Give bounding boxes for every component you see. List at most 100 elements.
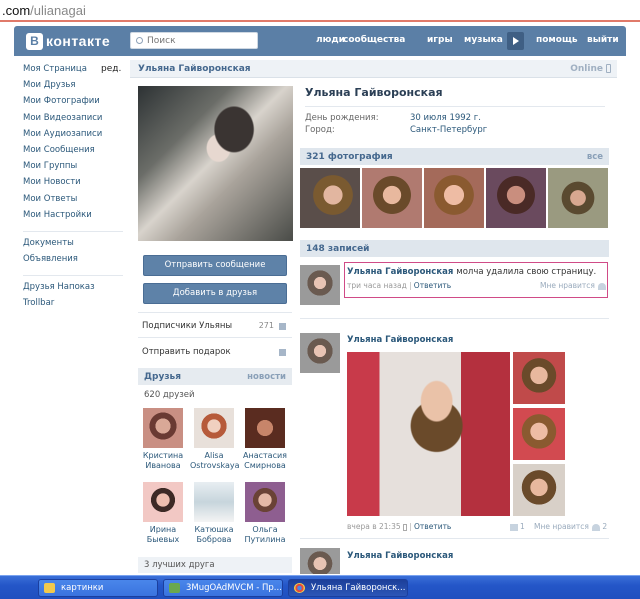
best-friends-header[interactable]: 3 лучших друга bbox=[138, 557, 292, 573]
image-icon bbox=[169, 583, 180, 593]
profile-header-name: Ульяна Гайворонская bbox=[138, 64, 251, 74]
wall-title: 148 записей bbox=[306, 244, 370, 254]
photo-thumb[interactable] bbox=[424, 168, 484, 228]
logo-mark: B bbox=[26, 32, 43, 50]
send-message-button[interactable]: Отправить сообщение bbox=[143, 255, 287, 276]
nav-logout[interactable]: выйти bbox=[587, 35, 619, 45]
friend-card[interactable]: Alisa Ostrovskaya bbox=[190, 408, 240, 471]
photo-thumb[interactable] bbox=[300, 168, 360, 228]
photos-header[interactable]: 321 фотография все bbox=[300, 148, 609, 165]
post-photo[interactable] bbox=[513, 464, 565, 516]
left-menu: Моя Страница Мои Друзья Мои Фотографии М… bbox=[23, 64, 123, 315]
menu-settings[interactable]: Мои Настройки bbox=[23, 210, 123, 226]
menu-trollbar[interactable]: Trollbar bbox=[23, 298, 123, 314]
taskbar-item-browser[interactable]: Ульяна Гайворонск... bbox=[288, 579, 408, 597]
mobile-icon bbox=[606, 64, 611, 73]
profile-avatar[interactable] bbox=[138, 86, 293, 241]
post-meta: три часа назад Ответить bbox=[347, 281, 451, 290]
post-author[interactable]: Ульяна Гайворонская bbox=[347, 335, 453, 345]
post-photo[interactable] bbox=[513, 352, 565, 404]
photos-title: 321 фотография bbox=[306, 152, 393, 162]
menu-divider bbox=[23, 226, 123, 232]
nav-communities[interactable]: сообщества bbox=[343, 35, 405, 45]
menu-documents[interactable]: Документы bbox=[23, 238, 123, 254]
profile-header: Ульяна Гайворонская Online bbox=[130, 60, 617, 78]
post-author-avatar[interactable] bbox=[300, 333, 340, 373]
gift-icon bbox=[279, 349, 286, 356]
post-author-avatar[interactable] bbox=[300, 548, 340, 574]
friend-card[interactable]: Анастасия Смирнова bbox=[241, 408, 289, 471]
taskbar-item-image[interactable]: 3MugOAdMVCM - Пр... bbox=[163, 579, 283, 597]
menu-news[interactable]: Мои Новости bbox=[23, 177, 123, 193]
friend-card[interactable]: Кристина Иванова bbox=[139, 408, 187, 471]
friends-header[interactable]: Друзья новости bbox=[138, 368, 292, 385]
post-reply-link[interactable]: Ответить bbox=[414, 281, 451, 290]
friend-card[interactable]: Катюшка Боброва bbox=[190, 482, 238, 545]
menu-audio[interactable]: Мои Аудиозаписи bbox=[23, 129, 123, 145]
friend-card[interactable]: Ирина Быевых bbox=[139, 482, 187, 545]
vk-logo[interactable]: B контакте bbox=[26, 32, 110, 50]
subscribers-link[interactable]: Подписчики Ульяны 271 bbox=[142, 321, 292, 331]
post-meta: вчера в 21:35 Ответить bbox=[347, 522, 451, 531]
taskbar-item-folder[interactable]: картинки bbox=[38, 579, 158, 597]
friend-photo bbox=[245, 408, 285, 448]
send-gift-link[interactable]: Отправить подарок bbox=[142, 347, 292, 357]
post-time[interactable]: три часа назад bbox=[347, 281, 407, 290]
post-author[interactable]: Ульяна Гайворонская молча удалила свою с… bbox=[347, 267, 596, 277]
people-icon bbox=[279, 323, 286, 330]
nav-help[interactable]: помощь bbox=[536, 35, 578, 45]
menu-divider bbox=[23, 270, 123, 277]
folder-icon bbox=[44, 583, 55, 593]
friend-card[interactable]: Ольга Путилина bbox=[241, 482, 289, 545]
megaphone-icon bbox=[510, 523, 518, 531]
city-value[interactable]: Санкт-Петербург bbox=[410, 125, 487, 135]
photo-thumb[interactable] bbox=[486, 168, 546, 228]
play-icon[interactable] bbox=[507, 32, 524, 50]
mobile-icon bbox=[403, 523, 408, 531]
post-photo-main[interactable] bbox=[347, 352, 510, 516]
post-like-button[interactable]: Мне нравится 2 bbox=[534, 522, 607, 531]
logo-text: контакте bbox=[46, 33, 111, 49]
url-text: .com/ulianagai bbox=[2, 3, 86, 18]
post-author[interactable]: Ульяна Гайворонская bbox=[347, 551, 453, 561]
post-reply-link[interactable]: Ответить bbox=[414, 522, 451, 531]
menu-edit-link[interactable]: ред. bbox=[101, 64, 121, 74]
post-time[interactable]: вчера в 21:35 bbox=[347, 522, 401, 531]
nav-people[interactable]: люди bbox=[316, 35, 345, 45]
birthday-label: День рождения: bbox=[305, 113, 379, 123]
add-friend-button[interactable]: Добавить в друзья bbox=[143, 283, 287, 304]
nav-music[interactable]: музыка bbox=[464, 35, 503, 45]
nav-games[interactable]: игры bbox=[427, 35, 453, 45]
photos-all-link[interactable]: все bbox=[587, 152, 603, 162]
birthday-value[interactable]: 30 июля 1992 г. bbox=[410, 113, 481, 123]
menu-ads[interactable]: Объявления bbox=[23, 254, 123, 270]
wall-header[interactable]: 148 записей bbox=[300, 240, 609, 257]
taskbar: картинки 3MugOAdMVCM - Пр... Ульяна Гайв… bbox=[0, 575, 640, 599]
search-input[interactable] bbox=[147, 34, 255, 47]
photo-thumb[interactable] bbox=[548, 168, 608, 228]
post-author-avatar[interactable] bbox=[300, 265, 340, 305]
friend-photo bbox=[143, 482, 183, 522]
site-header: B контакте люди сообщества игры музыка п… bbox=[14, 26, 626, 56]
friend-photo bbox=[194, 408, 234, 448]
menu-groups[interactable]: Мои Группы bbox=[23, 161, 123, 177]
friends-news-link[interactable]: новости bbox=[247, 372, 286, 382]
post-photo[interactable] bbox=[513, 408, 565, 460]
menu-answers[interactable]: Мои Ответы bbox=[23, 194, 123, 210]
menu-friends[interactable]: Мои Друзья bbox=[23, 80, 123, 96]
friend-photo bbox=[194, 482, 234, 522]
search-box[interactable] bbox=[130, 32, 258, 49]
menu-photos[interactable]: Мои Фотографии bbox=[23, 96, 123, 112]
menu-friends-showcase[interactable]: Друзья Напоказ bbox=[23, 282, 123, 298]
address-bar[interactable]: .com/ulianagai bbox=[0, 0, 640, 22]
friends-title: Друзья bbox=[144, 372, 182, 382]
divider bbox=[138, 337, 292, 338]
heart-icon bbox=[591, 523, 600, 531]
post-like-button[interactable]: Мне нравится bbox=[540, 281, 606, 290]
photo-thumb[interactable] bbox=[362, 168, 422, 228]
post-share-button[interactable]: 1 bbox=[510, 522, 525, 531]
menu-messages[interactable]: Мои Сообщения bbox=[23, 145, 123, 161]
heart-icon bbox=[597, 282, 606, 290]
divider bbox=[138, 312, 292, 313]
menu-videos[interactable]: Мои Видеозаписи bbox=[23, 113, 123, 129]
